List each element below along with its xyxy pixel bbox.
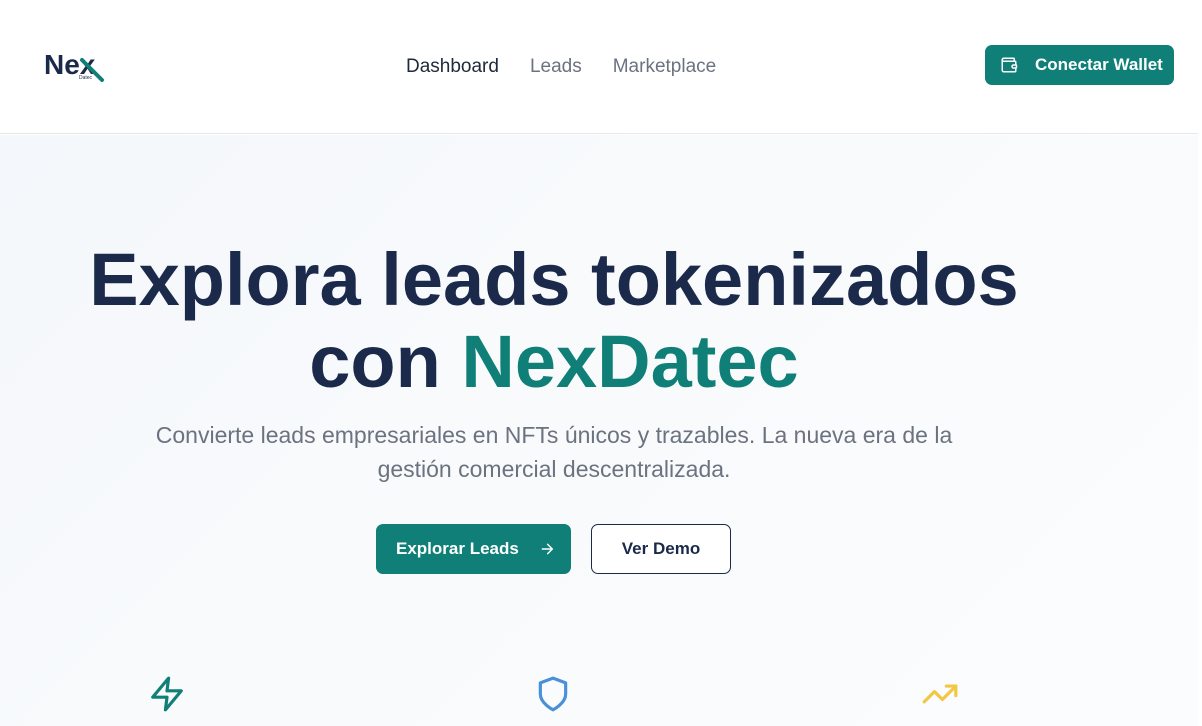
main-nav: Dashboard Leads Marketplace [406,54,747,80]
nexdatec-logo[interactable]: Nex Datec [44,48,106,82]
explore-leads-label: Explorar Leads [396,539,519,558]
hero-title-line1: Explora leads tokenizados [89,238,1019,321]
navbar: Nex Datec Dashboard Leads Marketplace Co… [0,0,1198,134]
nav-link-leads[interactable]: Leads [530,54,582,80]
view-demo-label: Ver Demo [621,539,701,558]
nav-link-dashboard[interactable]: Dashboard [406,54,499,80]
hero-subtitle: Convierte leads empresariales en NFTs ún… [120,418,988,486]
view-demo-button[interactable]: Ver Demo [591,524,731,574]
explore-leads-button[interactable]: Explorar Leads [376,524,571,574]
wallet-icon [1000,56,1018,74]
hero-title-brand: NexDatec [461,320,799,403]
trending-up-icon [920,675,958,713]
zap-icon [148,675,186,713]
nav-link-marketplace[interactable]: Marketplace [613,54,717,80]
hero-title: Explora leads tokenizados con NexDatec [0,239,1108,403]
arrow-right-icon [539,541,555,557]
hero-section: Explora leads tokenizados con NexDatec C… [0,135,1198,726]
hero-subtitle-line2: gestión comercial descentralizada. [377,456,731,482]
hero-subtitle-line1: Convierte leads empresariales en NFTs ún… [155,422,953,448]
connect-wallet-label: Conectar Wallet [1035,55,1163,74]
hero-title-prefix: con [309,320,462,403]
connect-wallet-button[interactable]: Conectar Wallet [985,45,1174,85]
logo-subtext: Datec [79,75,93,81]
shield-icon [534,675,572,713]
